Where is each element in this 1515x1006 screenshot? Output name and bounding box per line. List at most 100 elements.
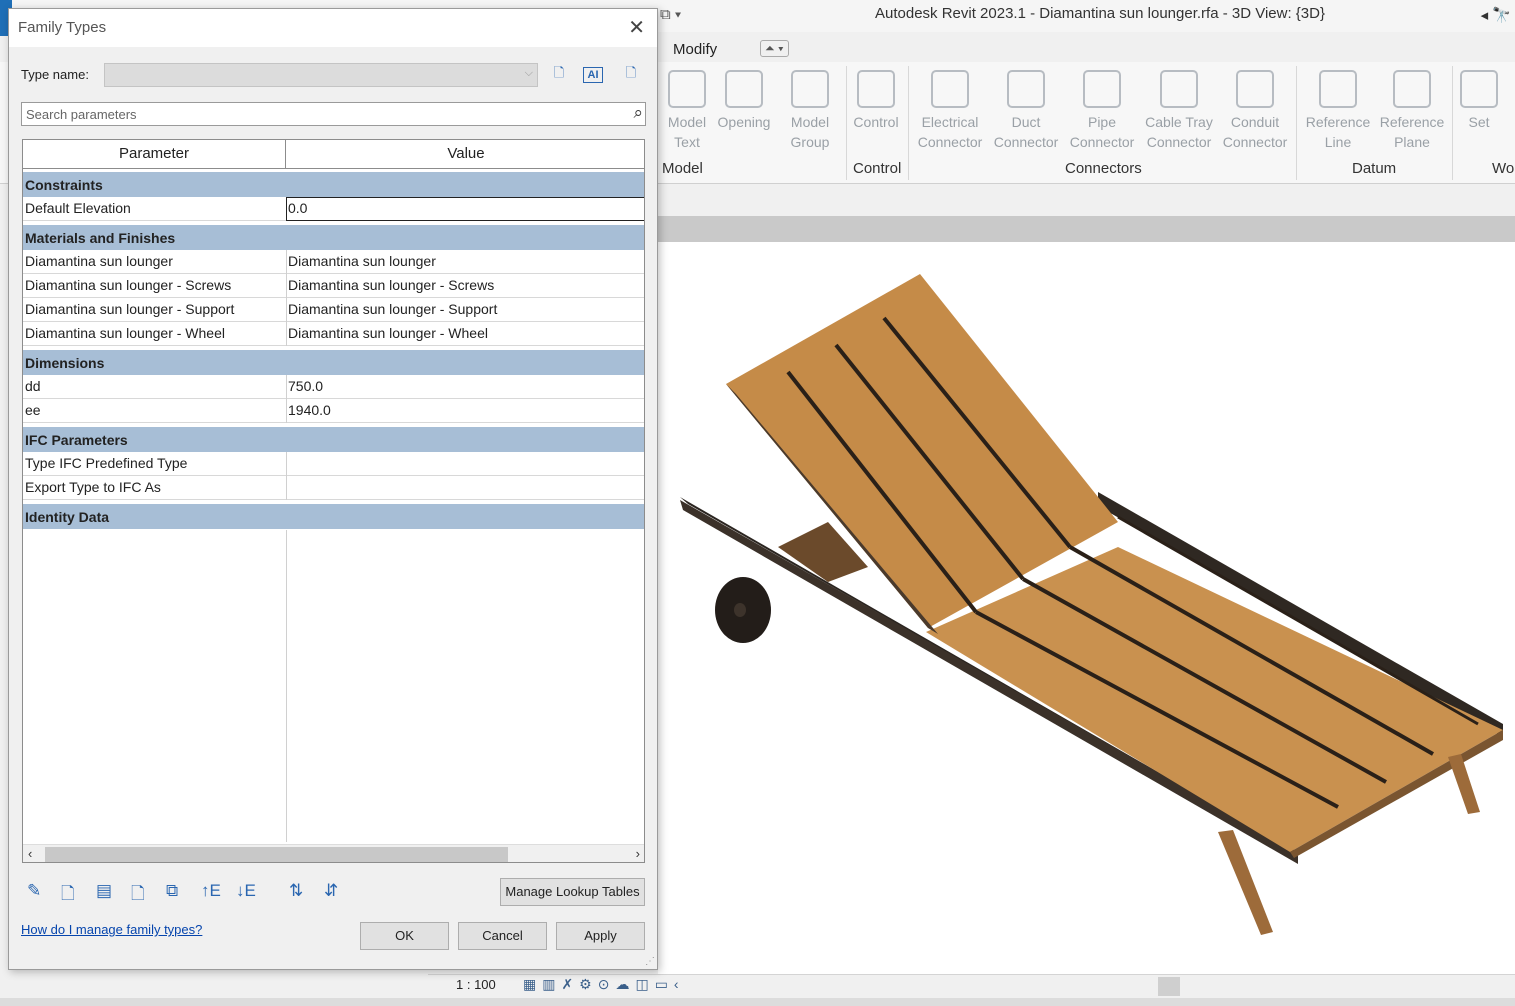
group-identity-data[interactable]: Identity Data: [23, 504, 644, 530]
pipe-connector-icon: [1083, 70, 1121, 108]
ok-button[interactable]: OK: [360, 922, 449, 950]
sort-descending-icon[interactable]: ⇵: [324, 881, 338, 901]
cancel-button[interactable]: Cancel: [458, 922, 547, 950]
column-divider: [286, 399, 287, 423]
set-icon: [1460, 70, 1498, 108]
resize-grip-icon[interactable]: ⋰: [645, 956, 655, 967]
view-scale[interactable]: 1 : 100: [456, 977, 496, 992]
binoculars-icon[interactable]: ◂ 🔭: [1481, 6, 1511, 24]
table-row[interactable]: dd 750.0: [23, 375, 644, 399]
group-dimensions[interactable]: Dimensions: [23, 350, 644, 376]
conduit-connector-label: Conduit Connector: [1222, 114, 1288, 150]
search-parameters-input[interactable]: Search parameters ⌕: [21, 102, 646, 126]
conduit-connector-button[interactable]: Conduit Connector: [1220, 70, 1290, 152]
table-row[interactable]: Export Type to IFC As: [23, 476, 644, 500]
edit-parameter-icon[interactable]: ✎: [27, 881, 41, 901]
param-value[interactable]: Diamantina sun lounger - Wheel: [288, 325, 488, 341]
pipe-connector-button[interactable]: Pipe Connector: [1066, 70, 1138, 152]
electrical-connector-button[interactable]: Electrical Connector: [914, 70, 986, 152]
opening-icon: [725, 70, 763, 108]
manage-lookup-tables-button[interactable]: Manage Lookup Tables: [500, 878, 645, 906]
rename-type-icon[interactable]: AI: [583, 67, 603, 83]
model-text-label: Model Text: [667, 114, 707, 150]
search-placeholder: Search parameters: [26, 107, 137, 122]
param-value[interactable]: Diamantina sun lounger: [288, 253, 436, 269]
panel-separator: [908, 66, 909, 180]
model-group-icon: [791, 70, 829, 108]
param-value[interactable]: 1940.0: [288, 402, 331, 418]
group-constraints[interactable]: Constraints: [23, 172, 644, 198]
column-header-parameter[interactable]: Parameter: [23, 140, 286, 169]
parameters-grid: Parameter Value Constraints Default Elev…: [22, 139, 645, 863]
delete-type-icon[interactable]: 🗋: [619, 64, 643, 86]
tab-dropdown-icon[interactable]: ⏶ ▾: [760, 40, 789, 57]
move-up-icon[interactable]: ↑Ε: [201, 881, 221, 901]
duct-connector-label: Duct Connector: [993, 114, 1059, 150]
modify-parameter-icon[interactable]: ▤: [96, 881, 112, 901]
set-label: Set: [1468, 114, 1490, 130]
param-name: Export Type to IFC As: [25, 479, 161, 495]
duct-connector-icon: [1007, 70, 1045, 108]
param-value[interactable]: Diamantina sun lounger - Support: [288, 301, 497, 317]
3d-view-canvas[interactable]: [658, 242, 1515, 974]
opening-button[interactable]: Opening: [714, 70, 774, 132]
project-browser-edge: [0, 216, 8, 976]
column-divider: [286, 476, 287, 500]
chevron-down-icon: ⌵: [524, 67, 533, 79]
horizontal-scrollbar[interactable]: ‹ ›: [23, 844, 644, 862]
param-value[interactable]: 0.0: [288, 200, 307, 216]
conduit-connector-icon: [1236, 70, 1274, 108]
duct-connector-button[interactable]: Duct Connector: [990, 70, 1062, 152]
cable-tray-connector-label: Cable Tray Connector: [1145, 114, 1213, 150]
tab-modify[interactable]: Modify: [673, 41, 717, 58]
default-elevation-input[interactable]: [286, 197, 644, 221]
close-icon[interactable]: ✕: [628, 15, 645, 40]
scrollbar-thumb[interactable]: [45, 847, 508, 862]
param-name: Diamantina sun lounger: [25, 253, 173, 269]
sort-ascending-icon[interactable]: ⇅: [289, 881, 303, 901]
param-value[interactable]: Diamantina sun lounger - Screws: [288, 277, 494, 293]
table-row[interactable]: Diamantina sun lounger - Screws Diamantin…: [23, 274, 644, 298]
table-row[interactable]: Default Elevation 0.0: [23, 197, 644, 221]
delete-parameter-icon[interactable]: 🗋: [131, 881, 145, 910]
dialog-title-bar[interactable]: Family Types ✕: [9, 9, 657, 47]
app-title: Autodesk Revit 2023.1 - Diamantina sun l…: [875, 5, 1325, 22]
table-row[interactable]: Type IFC Predefined Type: [23, 452, 644, 476]
param-value[interactable]: 750.0: [288, 378, 323, 394]
chevron-right-icon[interactable]: ›: [636, 846, 640, 861]
quick-access-toolbar[interactable]: ⧉ ▾: [660, 6, 681, 23]
type-name-combo[interactable]: ⌵: [104, 63, 538, 87]
table-row[interactable]: ee 1940.0: [23, 399, 644, 423]
column-divider: [286, 452, 287, 476]
electrical-connector-label: Electrical Connector: [917, 114, 983, 150]
view-controls-icons[interactable]: ▦▥✗⚙⊙☁◫▭‹: [523, 976, 685, 993]
group-materials-and-finishes[interactable]: Materials and Finishes: [23, 225, 644, 251]
view-scroll-thumb[interactable]: [1158, 977, 1180, 996]
model-group-button[interactable]: Model Group: [782, 70, 838, 152]
table-row[interactable]: Diamantina sun lounger - Wheel Diamantina…: [23, 322, 644, 346]
column-header-value[interactable]: Value: [286, 140, 644, 169]
reference-line-button[interactable]: Reference Line: [1302, 70, 1374, 152]
group-ifc-parameters[interactable]: IFC Parameters: [23, 427, 644, 453]
control-button[interactable]: Control: [850, 70, 902, 132]
reference-plane-label: Reference Plane: [1379, 114, 1445, 150]
param-name: Type IFC Predefined Type: [25, 455, 188, 471]
reference-plane-button[interactable]: Reference Plane: [1376, 70, 1448, 152]
table-row[interactable]: Diamantina sun lounger Diamantina sun lou…: [23, 250, 644, 274]
chevron-left-icon[interactable]: ‹: [28, 846, 32, 861]
model-text-button[interactable]: Model Text: [662, 70, 712, 152]
copy-parameter-icon[interactable]: ⧉: [166, 881, 178, 901]
cable-tray-connector-button[interactable]: Cable Tray Connector: [1140, 70, 1218, 152]
new-parameter-icon[interactable]: 🗋: [61, 881, 75, 910]
group-label: IFC Parameters: [25, 432, 128, 448]
apply-button[interactable]: Apply: [556, 922, 645, 950]
param-name: Diamantina sun lounger - Screws: [25, 277, 232, 293]
new-type-icon[interactable]: 🗋: [547, 64, 571, 86]
table-row[interactable]: Diamantina sun lounger - Support Diamanti…: [23, 298, 644, 322]
move-down-icon[interactable]: ↓Ε: [236, 881, 256, 901]
search-icon[interactable]: ⌕: [633, 103, 643, 123]
set-button[interactable]: Set: [1458, 70, 1500, 132]
help-link[interactable]: How do I manage family types?: [21, 922, 202, 937]
reference-plane-icon: [1393, 70, 1431, 108]
column-divider: [286, 274, 287, 298]
